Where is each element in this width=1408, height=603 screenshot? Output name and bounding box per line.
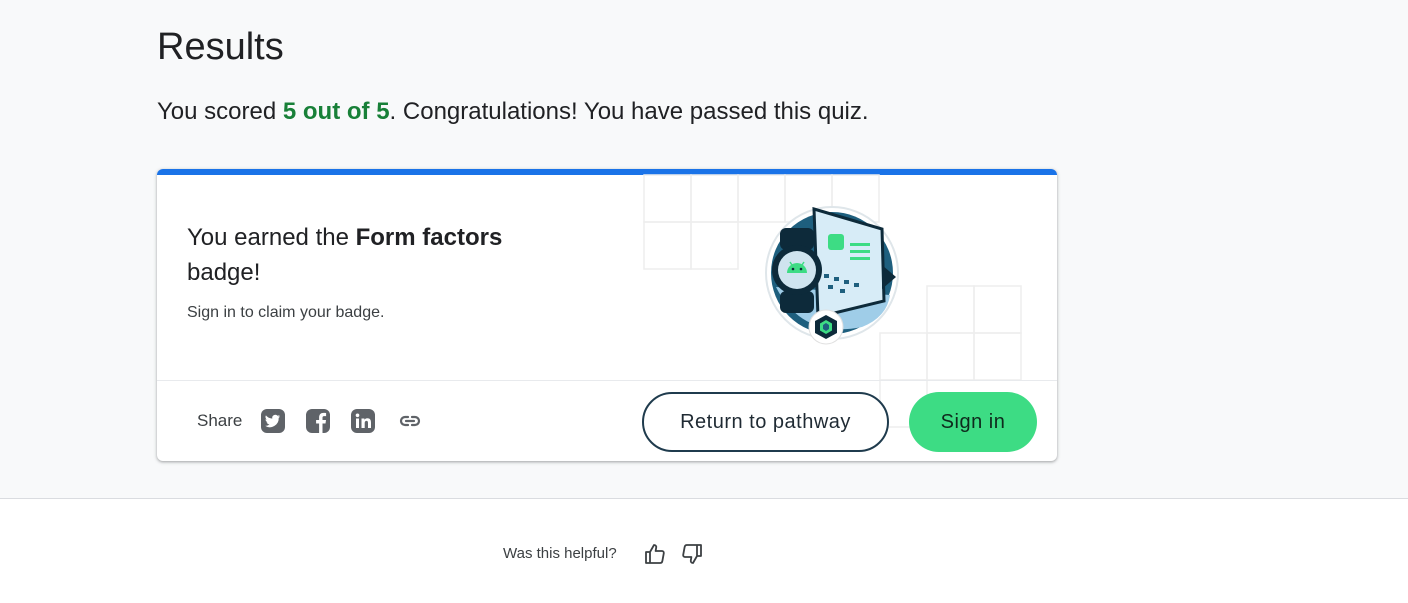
facebook-icon[interactable] [305,408,331,434]
score-value: 5 out of 5 [282,98,390,125]
results-section: Results You scored 5 out of 5. Congratul… [0,0,1408,499]
sign-in-button[interactable]: Sign in [909,392,1037,452]
score-prefix: You scored [157,98,283,125]
thumbs-down-icon[interactable] [680,542,704,566]
badge-name: Form factors [355,224,503,251]
earned-suffix: badge! [187,259,261,286]
card-footer: Share Return to pathway Sign in [157,380,1057,461]
claim-instruction: Sign in to claim your badge. [187,304,385,321]
score-summary: You scored 5 out of 5. Congratulations! … [157,96,869,128]
link-icon[interactable] [397,408,423,434]
thumbs-up-icon[interactable] [643,542,667,566]
linkedin-icon[interactable] [350,408,376,434]
earned-prefix: You earned the [187,224,356,251]
twitter-icon[interactable] [260,408,286,434]
feedback-question: Was this helpful? [503,545,617,562]
return-to-pathway-button[interactable]: Return to pathway [642,392,889,452]
score-suffix: . Congratulations! You have passed this … [389,98,869,125]
badge-card: You earned the Form factors badge! Sign i… [157,169,1057,461]
badge-earned-message: You earned the Form factors badge! [187,220,567,290]
share-label: Share [197,411,243,430]
page-title: Results [157,26,284,68]
form-factors-badge-icon [765,206,899,345]
